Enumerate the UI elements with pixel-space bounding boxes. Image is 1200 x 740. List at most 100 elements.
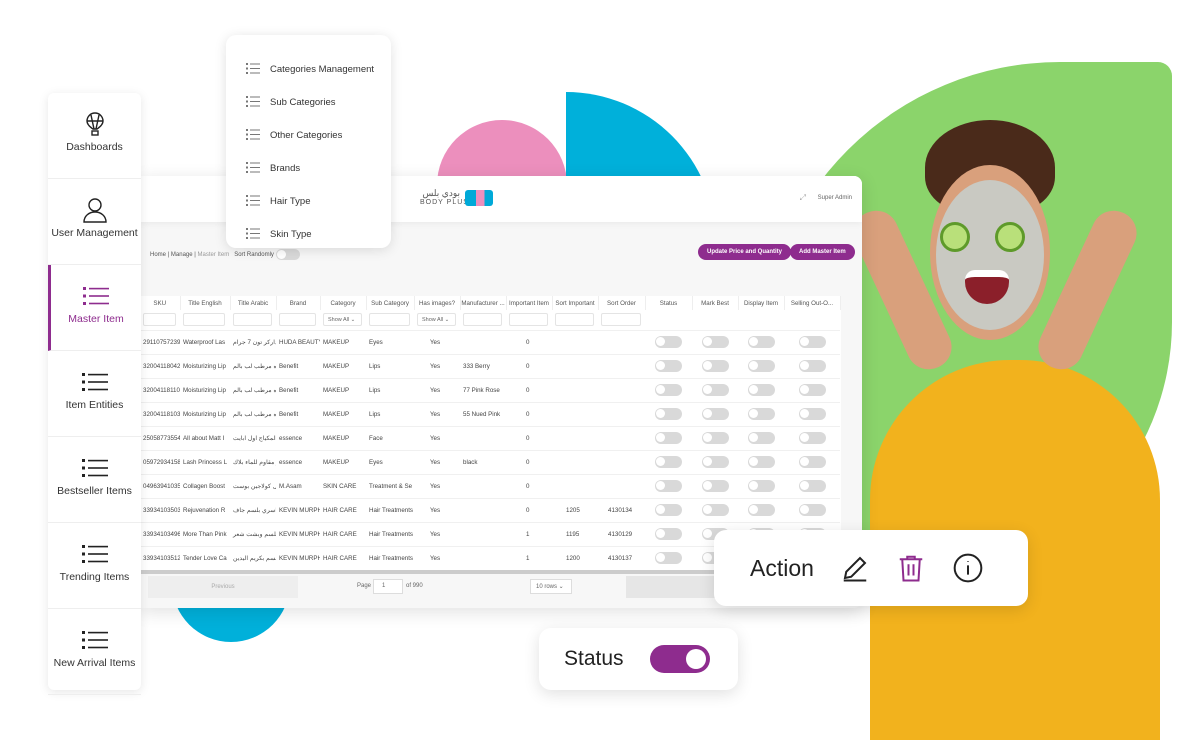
filter-input[interactable] — [601, 313, 641, 327]
display-item-toggle[interactable] — [747, 504, 775, 516]
mark-best-toggle[interactable] — [701, 408, 729, 420]
selling-out-toggle[interactable] — [798, 384, 826, 396]
display-item-toggle[interactable] — [747, 360, 775, 372]
cell: 4130129 — [598, 521, 645, 546]
sidebar-item-user-management[interactable]: User Management — [48, 179, 141, 265]
display-item-toggle[interactable] — [747, 432, 775, 444]
list-icon — [48, 541, 141, 571]
status-toggle[interactable] — [655, 336, 682, 348]
categories-dropdown: Categories Management Sub Categories Other… — [226, 35, 391, 248]
update-price-button[interactable]: Update Price and Quantity — [698, 244, 792, 260]
sidebar-item-bestseller-items[interactable]: Bestseller Items — [48, 437, 141, 523]
trash-icon[interactable] — [896, 552, 926, 584]
cell: 77 Pink Rose — [460, 377, 506, 402]
dropdown-item[interactable]: Other Categories — [226, 119, 391, 152]
display-item-toggle[interactable] — [747, 408, 775, 420]
selling-out-toggle[interactable] — [798, 504, 826, 516]
column-header[interactable]: Brand — [276, 296, 321, 310]
cell: 1200 — [552, 545, 598, 570]
mark-best-toggle[interactable] — [701, 384, 729, 396]
status-toggle[interactable] — [655, 528, 682, 540]
selling-out-toggle[interactable] — [798, 408, 826, 420]
page-input[interactable]: 1 — [373, 579, 403, 594]
column-header[interactable]: Category — [320, 296, 367, 310]
previous-button[interactable]: Previous — [148, 576, 298, 598]
dropdown-item[interactable]: Hair Type — [226, 185, 391, 218]
filter-input[interactable] — [233, 313, 272, 327]
crumb-manage[interactable]: Manage — [171, 252, 193, 258]
status-toggle[interactable] — [655, 456, 682, 468]
mark-best-toggle[interactable] — [701, 360, 729, 372]
table-row: 32004118103Moisturizing Lipشفاه مرطب لب … — [140, 401, 840, 426]
status-toggle[interactable] — [655, 504, 682, 516]
mark-best-toggle[interactable] — [701, 432, 729, 444]
dropdown-item[interactable]: Sub Categories — [226, 86, 391, 119]
column-header[interactable]: Sort Order — [598, 296, 646, 310]
column-header[interactable]: Sort Important — [552, 296, 599, 310]
column-header[interactable]: Display Item — [738, 296, 785, 310]
cell: و ويلسم وبشت شعر — [230, 521, 276, 546]
cell: ثبت المكياج اول ابايت — [230, 425, 276, 450]
sidebar-item-new-arrival-items[interactable]: New Arrival Items — [48, 609, 141, 695]
mark-best-toggle[interactable] — [701, 456, 729, 468]
rows-select[interactable]: 10 rows ⌄ — [530, 579, 572, 594]
page-label: Page — [357, 583, 372, 589]
filter-select[interactable]: Show All ⌄ — [323, 313, 362, 327]
list-icon — [51, 283, 141, 313]
mark-best-toggle[interactable] — [701, 480, 729, 492]
display-item-toggle[interactable] — [747, 480, 775, 492]
filter-select[interactable]: Show All ⌄ — [417, 313, 456, 327]
selling-out-toggle[interactable] — [798, 336, 826, 348]
status-toggle[interactable] — [655, 480, 682, 492]
sort-randomly-label: Sort Randomly — [234, 252, 274, 259]
sidebar-item-item-entities[interactable]: Item Entities — [48, 351, 141, 437]
column-header[interactable]: Manufacturer ... — [460, 296, 507, 310]
selling-out-toggle[interactable] — [798, 432, 826, 444]
column-header[interactable]: Selling Out-O... — [784, 296, 841, 310]
crumb-home[interactable]: Home — [150, 252, 166, 258]
display-item-toggle[interactable] — [747, 384, 775, 396]
filter-input[interactable] — [369, 313, 410, 327]
add-master-item-button[interactable]: Add Master Item — [790, 244, 855, 260]
sidebar-item-master-item[interactable]: Master Item — [48, 265, 141, 351]
dropdown-item[interactable]: Categories Management — [226, 53, 391, 86]
filter-input[interactable] — [183, 313, 226, 327]
column-header[interactable]: Status — [645, 296, 693, 310]
selling-out-toggle[interactable] — [798, 360, 826, 372]
column-header[interactable]: Title Arabic — [230, 296, 277, 310]
list-icon — [246, 128, 260, 143]
info-icon[interactable] — [952, 552, 984, 584]
mark-best-toggle[interactable] — [701, 504, 729, 516]
column-header[interactable]: Mark Best — [692, 296, 739, 310]
cell: black — [460, 449, 506, 474]
dropdown-item[interactable]: Brands — [226, 152, 391, 185]
status-toggle[interactable] — [655, 552, 682, 565]
cell: Yes — [414, 353, 460, 378]
status-toggle[interactable] — [655, 384, 682, 396]
column-header[interactable]: Title English — [180, 296, 231, 310]
mark-best-toggle[interactable] — [701, 336, 729, 348]
column-header[interactable]: Has images? — [414, 296, 461, 310]
display-item-toggle[interactable] — [747, 456, 775, 468]
selling-out-toggle[interactable] — [798, 456, 826, 468]
column-header[interactable]: SKU — [140, 296, 181, 310]
dropdown-item[interactable]: Skin Type — [226, 218, 391, 251]
status-toggle[interactable] — [649, 645, 710, 673]
pencil-icon[interactable] — [840, 553, 870, 583]
selling-out-toggle[interactable] — [798, 480, 826, 492]
sidebar-item-dashboards[interactable]: Dashboards — [48, 93, 141, 179]
filter-input[interactable] — [555, 313, 594, 327]
status-toggle[interactable] — [655, 408, 682, 420]
fullscreen-icon[interactable]: ⤢ — [800, 193, 806, 203]
display-item-toggle[interactable] — [747, 336, 775, 348]
filter-input[interactable] — [509, 313, 548, 327]
status-toggle[interactable] — [655, 432, 682, 444]
sidebar-item-trending-items[interactable]: Trending Items — [48, 523, 141, 609]
user-menu[interactable]: Super Admin — [818, 195, 852, 201]
status-toggle[interactable] — [655, 360, 682, 372]
column-header[interactable]: Important Item — [506, 296, 553, 310]
filter-input[interactable] — [143, 313, 177, 327]
filter-input[interactable] — [463, 313, 502, 327]
column-header[interactable]: Sub Category — [366, 296, 415, 310]
filter-input[interactable] — [279, 313, 316, 327]
